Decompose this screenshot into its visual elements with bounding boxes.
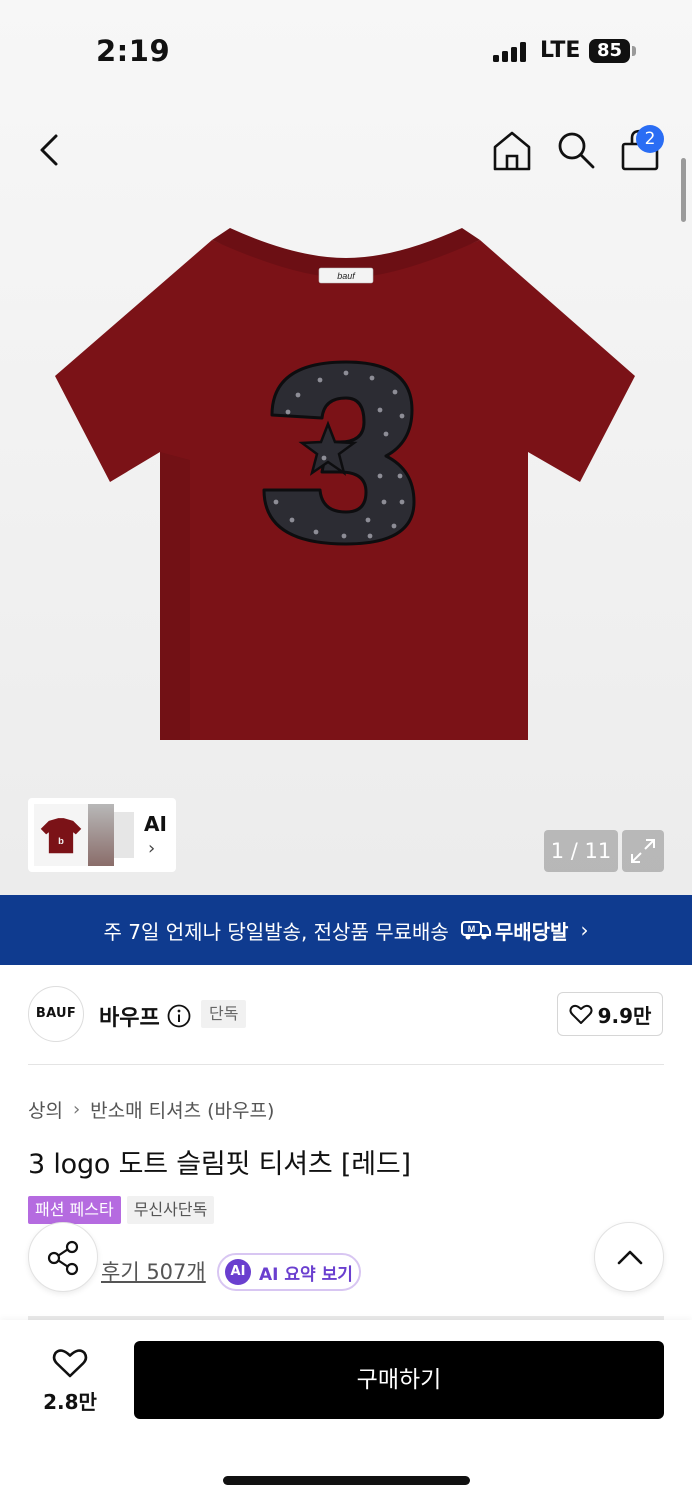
- signal-icon: [493, 42, 527, 62]
- brand-like-count: 9.9만: [597, 1003, 652, 1028]
- info-icon[interactable]: [167, 1004, 191, 1028]
- share-button[interactable]: [28, 1222, 98, 1292]
- scroll-indicator: [681, 158, 686, 222]
- home-button[interactable]: [492, 128, 532, 172]
- svg-text:bauf: bauf: [337, 271, 356, 281]
- breadcrumb-subcategory[interactable]: 반소매 티셔츠 (바우프): [90, 1096, 274, 1123]
- tshirt-body: [55, 240, 635, 740]
- image-page-counter: 1 / 11: [544, 830, 618, 872]
- wishlist-count: 2.8만: [43, 1390, 97, 1414]
- heart-icon: [569, 1004, 593, 1024]
- status-time: 2:19: [96, 34, 171, 68]
- delivery-banner[interactable]: 주 7일 언제나 당일발송, 전상품 무료배송 M 무배당발 ›: [0, 895, 692, 965]
- back-button[interactable]: [30, 128, 70, 172]
- divider: [28, 1064, 664, 1065]
- fashion-festa-badge: 패션 페스타: [28, 1196, 121, 1224]
- ai-label: AI: [144, 812, 167, 836]
- breadcrumb-category[interactable]: 상의: [28, 1096, 63, 1123]
- ai-lookbook-thumbnails[interactable]: b AI ›: [28, 798, 176, 872]
- chevron-up-icon: [617, 1250, 643, 1265]
- breadcrumb: 상의 › 반소매 티셔츠 (바우프): [28, 1096, 274, 1123]
- free-delivery-text: 무배당발: [494, 919, 569, 944]
- ai-badge-icon: AI: [225, 1259, 251, 1285]
- brand-like-button[interactable]: 9.9만: [557, 992, 663, 1036]
- home-indicator: [223, 1476, 470, 1485]
- thumbnail-front: b: [34, 804, 88, 866]
- banner-text: 주 7일 언제나 당일발송, 전상품 무료배송: [103, 919, 449, 944]
- ai-summary-label: AI 요약 보기: [259, 1264, 353, 1285]
- product-badges: 패션 페스타 무신사단독: [28, 1196, 220, 1224]
- network-label: LTE: [540, 38, 581, 63]
- cart-count-badge: 2: [636, 125, 664, 153]
- status-bar: 2:19 LTE 85: [0, 0, 692, 100]
- product-hero: 2:19 LTE 85 2 bauf b AI › 1 / 11: [0, 0, 692, 895]
- exclusive-tag: 단독: [201, 1000, 247, 1028]
- home-icon: [493, 131, 531, 171]
- svg-text:b: b: [58, 836, 64, 847]
- chevron-right-icon: ›: [580, 918, 589, 942]
- review-count-link[interactable]: 후기 507개: [101, 1256, 206, 1286]
- search-button[interactable]: [556, 130, 596, 170]
- chevron-right-icon: ›: [148, 838, 156, 859]
- battery-tip: [632, 46, 636, 56]
- expand-icon: [631, 839, 655, 863]
- free-delivery-logo: M 무배당발: [460, 916, 569, 945]
- thumbnail-model: [88, 804, 114, 866]
- brand-name[interactable]: 바우프: [99, 1000, 160, 1032]
- neck-label: bauf: [318, 267, 374, 284]
- battery-icon: 85: [589, 39, 630, 63]
- musinsa-exclusive-badge: 무신사단독: [126, 1196, 215, 1224]
- chevron-right-icon: ›: [72, 1099, 81, 1120]
- scroll-to-top-button[interactable]: [594, 1222, 664, 1292]
- product-title: 3 logo 도트 슬림핏 티셔츠 [레드]: [28, 1149, 411, 1180]
- tshirt-shading: [160, 452, 190, 740]
- brand-logo[interactable]: BAUF: [28, 986, 84, 1042]
- heart-icon: [52, 1349, 88, 1378]
- ai-summary-button[interactable]: AI AI 요약 보기: [217, 1253, 361, 1291]
- buy-button[interactable]: 구매하기: [134, 1341, 664, 1419]
- search-icon: [558, 132, 595, 169]
- delivery-truck-icon: M: [460, 921, 491, 940]
- expand-button[interactable]: [622, 830, 664, 872]
- svg-text:M: M: [468, 924, 476, 934]
- product-image[interactable]: bauf: [50, 220, 642, 745]
- share-icon: [47, 1240, 79, 1276]
- chevron-left-icon: [40, 134, 58, 166]
- thumbnail-back: [114, 812, 134, 858]
